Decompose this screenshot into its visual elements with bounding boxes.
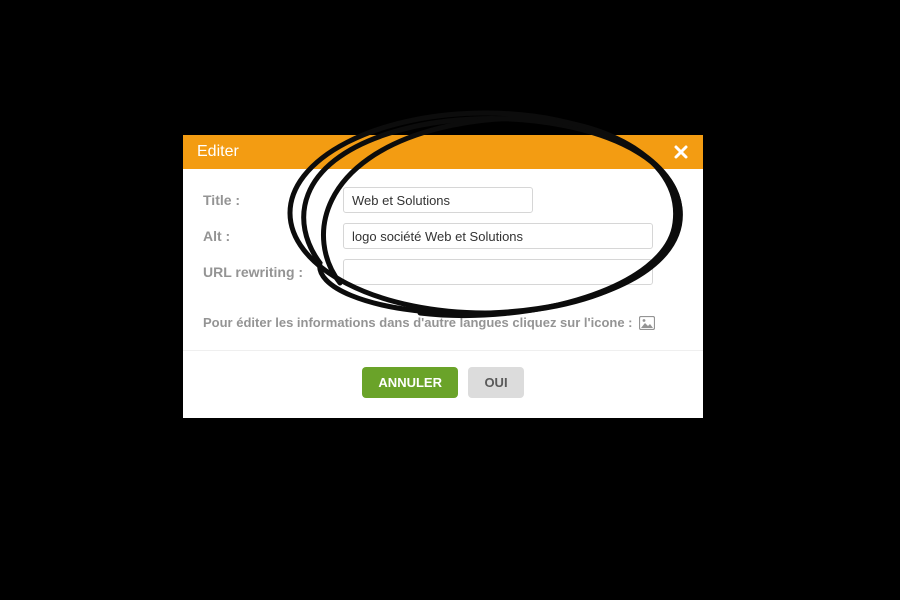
language-hint: Pour éditer les informations dans d'autr… [203, 315, 683, 330]
url-rewriting-label: URL rewriting : [203, 264, 343, 280]
alt-label: Alt : [203, 228, 343, 244]
form-row-url-rewriting: URL rewriting : [203, 259, 683, 285]
form-row-title: Title : [203, 187, 683, 213]
title-label: Title : [203, 192, 343, 208]
dialog-footer: ANNULER OUI [183, 350, 703, 418]
cancel-button[interactable]: ANNULER [362, 367, 458, 398]
confirm-button[interactable]: OUI [468, 367, 523, 398]
image-icon [639, 316, 655, 330]
form-row-alt: Alt : [203, 223, 683, 249]
close-icon[interactable] [673, 144, 689, 160]
language-hint-text: Pour éditer les informations dans d'autr… [203, 315, 633, 330]
title-input[interactable] [343, 187, 533, 213]
dialog-title: Editer [197, 143, 239, 161]
edit-dialog: Editer Title : Alt : URL rewriting : Pou… [183, 135, 703, 418]
alt-input[interactable] [343, 223, 653, 249]
dialog-body: Title : Alt : URL rewriting : Pour édite… [183, 169, 703, 350]
dialog-header: Editer [183, 135, 703, 169]
url-rewriting-input[interactable] [343, 259, 653, 285]
